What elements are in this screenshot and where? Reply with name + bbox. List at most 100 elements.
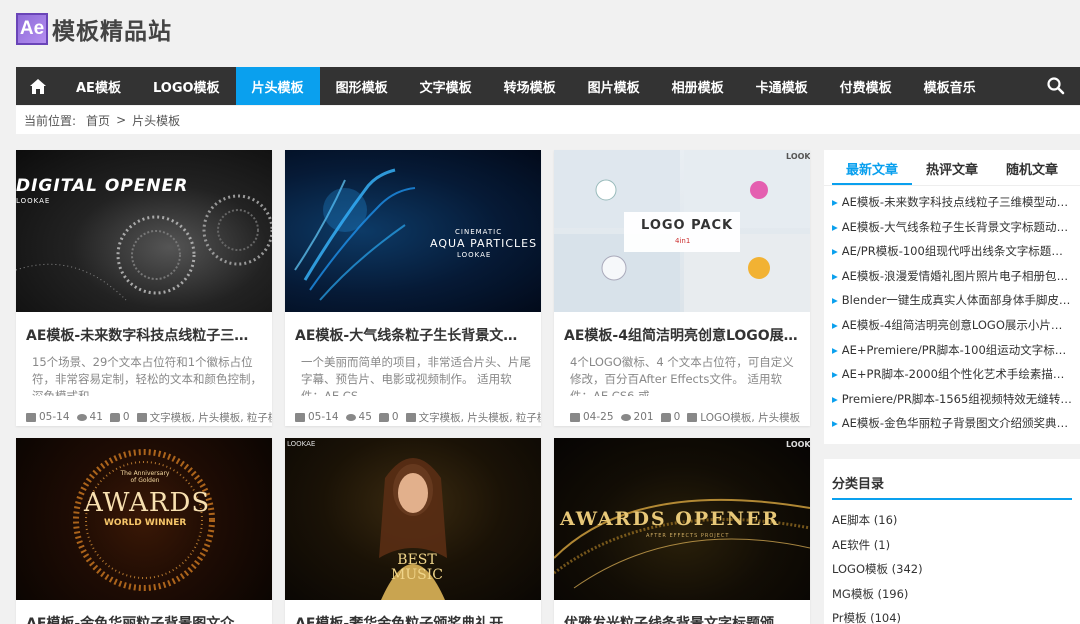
search-icon[interactable] [1046,76,1066,96]
post-tags-text[interactable]: 文字模板, 片头模板, 粒子模板 [150,410,272,425]
thumb-title: DIGITAL OPENER [16,176,189,196]
post-tags-text[interactable]: LOGO模板, 片头模板 [700,410,800,425]
post-title[interactable]: AE模板-大气线条粒子生长背景文字标题动画开场片头 [285,312,541,345]
post-date: 05-14 [26,411,70,423]
list-item[interactable]: AE模板-浪漫爱情婚礼图片照片电子相册包装展示 [832,264,1072,289]
thumb-brand: LOOKAE [457,251,492,259]
nav-item-logo[interactable]: LOGO模板 [137,67,236,105]
comment-icon [109,412,120,422]
post-card[interactable]: CINEMATIC AQUA PARTICLES LOOKAE AE模板-大气线… [285,150,541,426]
thumb-subtitle: CINEMATIC [455,228,503,236]
tab-latest[interactable]: 最新文章 [832,150,912,185]
post-card[interactable]: LOOKAE BEST MUSIC AE模板-奢华金色粒子颁奖典礼开场包装片头 [285,438,541,624]
ae-logo-icon: Ae [16,13,48,45]
post-meta: 04-25 201 0 LOGO模板, 片头模板 [554,396,810,426]
list-item[interactable]: Premiere/PR脚本-1565组视频特效无缝转场调色预设 [832,387,1072,412]
thumb-title: LOGO PACK [641,218,734,233]
list-item[interactable]: Blender一键生成真实人体面部身体手脚皮肤着色器 [832,288,1072,313]
nav-item-graphic[interactable]: 图形模板 [320,67,404,105]
post-thumbnail[interactable]: CINEMATIC AQUA PARTICLES LOOKAE [285,150,541,312]
list-item[interactable]: AE模板-金色华丽粒子背景图文介绍颁奖典礼包装 [832,411,1072,436]
post-excerpt: 4个LOGO徽标、4 个文本占位符，可自定义修改，百分百After Effect… [570,355,794,396]
home-icon [30,78,46,94]
post-tags[interactable]: 文字模板, 片头模板, 粒子模板 [136,410,272,425]
post-views: 41 [76,411,103,423]
tab-hot[interactable]: 热评文章 [912,150,992,185]
post-views: 45 [345,411,372,423]
categories-list: AE脚本 (16) AE软件 (1) LOGO模板 (342) MG模板 (19… [824,500,1080,624]
breadcrumb: 当前位置: 首页 > 片头模板 [16,106,1080,134]
comment-icon [378,412,389,422]
list-item[interactable]: AE+Premiere/PR脚本-100组运动文字标题字幕动画预设 [832,338,1072,363]
post-comments-text: 0 [391,411,399,423]
post-thumbnail[interactable]: LOOK LOGO PACK 4in1 [554,150,810,312]
folder-icon [405,412,416,422]
post-title[interactable]: AE模板-奢华金色粒子颁奖典礼开场包装片头 [285,600,541,624]
post-thumbnail[interactable]: The Anniversary of Golden AWARDS WORLD W… [16,438,272,600]
post-tags[interactable]: LOGO模板, 片头模板 [687,410,800,425]
category-item[interactable]: MG模板 (196) [832,582,1072,607]
calendar-icon [570,412,580,422]
category-item[interactable]: AE脚本 (16) [832,508,1072,533]
list-item[interactable]: AE模板-未来数字科技点线粒子三维模型动画文字标题开场片头 [832,190,1072,215]
post-title[interactable]: AE模板-金色华丽粒子背景图文介绍颁奖典礼包装 [16,600,272,624]
thumb-subtitle: AFTER EFFECTS PROJECT [646,533,730,539]
thumb-top-text: The Anniversary of Golden [120,470,170,484]
post-title[interactable]: 优雅发光粒子线条背景文字标题颁奖典礼片头 [554,600,810,624]
list-item[interactable]: AE模板-4组简洁明亮创意LOGO展示小片头动画 [832,313,1072,338]
comment-icon [660,412,671,422]
post-thumbnail[interactable]: DIGITAL OPENER LOOKAE [16,150,272,312]
breadcrumb-label: 当前位置: [24,113,77,128]
sidebar-posts-widget: 最新文章 热评文章 随机文章 AE模板-未来数字科技点线粒子三维模型动画文字标题… [824,150,1080,444]
nav-home-button[interactable] [16,67,60,105]
post-date-text: 04-25 [583,411,614,423]
nav-item-transition[interactable]: 转场模板 [488,67,572,105]
post-card[interactable]: LOOK AWARDS OPENER AFTER EFFECTS PROJECT… [554,438,810,624]
post-title[interactable]: AE模板-未来数字科技点线粒子三维模型动画文字标题开场片头 [16,312,272,345]
calendar-icon [26,412,36,422]
folder-icon [136,412,147,422]
nav-item-cartoon[interactable]: 卡通模板 [740,67,824,105]
nav-item-paid[interactable]: 付费模板 [824,67,908,105]
category-item[interactable]: LOGO模板 (342) [832,557,1072,582]
particles-graphic [294,168,416,301]
nav-item-album[interactable]: 相册模板 [656,67,740,105]
post-thumbnail[interactable]: LOOK AWARDS OPENER AFTER EFFECTS PROJECT [554,438,810,600]
nav-item-intro[interactable]: 片头模板 [235,67,320,105]
post-card[interactable]: DIGITAL OPENER LOOKAE AE模板-未来数字科技点线粒子三维模… [16,150,272,426]
post-tags[interactable]: 文字模板, 片头模板, 粒子模板 [405,410,541,425]
post-title[interactable]: AE模板-4组简洁明亮创意LOGO展示小片头动画 [554,312,810,345]
post-card[interactable]: The Anniversary of Golden AWARDS WORLD W… [16,438,272,624]
nav-item-image[interactable]: 图片模板 [572,67,656,105]
nav-item-music[interactable]: 模板音乐 [908,67,992,105]
post-thumbnail[interactable]: LOOKAE BEST MUSIC [285,438,541,600]
eye-icon [345,413,356,421]
post-card[interactable]: LOOK LOGO PACK 4in1 AE模板-4组简洁明亮创意LOGO展示小… [554,150,810,426]
thumb-subtitle: WORLD WINNER [104,518,187,528]
post-tags-text[interactable]: 文字模板, 片头模板, 粒子模板 [419,410,541,425]
tab-random[interactable]: 随机文章 [992,150,1072,185]
list-item[interactable]: AE模板-大气线条粒子生长背景文字标题动画开场片头 [832,215,1072,240]
sidebar-categories-widget: 分类目录 AE脚本 (16) AE软件 (1) LOGO模板 (342) MG模… [824,459,1080,624]
list-item[interactable]: AE+PR脚本-2000组个性化艺术手绘素描水彩贴纸动画 [832,362,1072,387]
post-views-text: 41 [89,411,103,423]
breadcrumb-home-link[interactable]: 首页 [86,112,110,129]
post-comments: 0 [109,411,130,423]
nav-item-ae[interactable]: AE模板 [60,67,137,105]
post-comments-text: 0 [673,411,681,423]
post-comments: 0 [660,411,681,423]
post-excerpt: 一个美丽而简单的项目，非常适合片头、片尾字幕、预告片、电影或视频制作。 适用软件… [301,355,531,396]
list-item[interactable]: AE/PR模板-100组现代呼出线条文字标题介绍展示动画 [832,239,1072,264]
post-meta: 05-14 45 0 文字模板, 片头模板, 粒子模板 [285,396,541,426]
nav-item-text[interactable]: 文字模板 [404,67,488,105]
thumb-brand: LOOKAE [287,440,316,448]
category-item[interactable]: AE软件 (1) [832,533,1072,558]
thumb-brand: LOOK [786,440,810,449]
thumb-subtitle: 4in1 [675,237,691,245]
thumb-brand: LOOK [786,152,810,161]
site-title: 模板精品站 [52,19,172,45]
post-views-text: 201 [633,411,654,423]
site-logo[interactable]: Ae 模板精品站 [16,12,172,46]
category-item[interactable]: Pr模板 (104) [832,606,1072,624]
latest-posts-list: AE模板-未来数字科技点线粒子三维模型动画文字标题开场片头 AE模板-大气线条粒… [824,186,1080,436]
